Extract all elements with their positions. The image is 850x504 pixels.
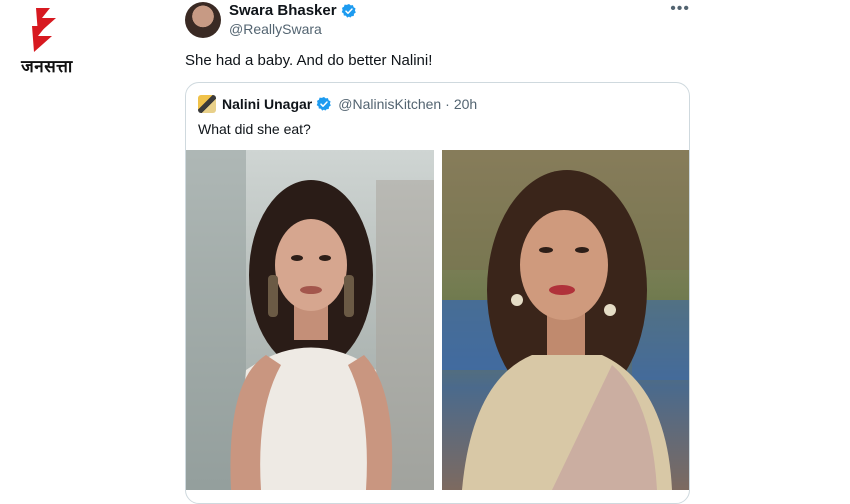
quoted-timestamp[interactable]: 20h (454, 96, 477, 112)
more-dots-icon[interactable]: ••• (670, 1, 690, 17)
publisher-logo: जनसत्ता (8, 4, 86, 77)
quoted-avatar[interactable] (198, 95, 216, 113)
verified-badge-icon (316, 97, 332, 111)
photo-left[interactable] (186, 150, 434, 490)
author-name[interactable]: Swara Bhasker (229, 2, 337, 19)
quoted-tweet[interactable]: Nalini Unagar @NalinisKitchen · 20h What… (185, 82, 690, 504)
quoted-author-name[interactable]: Nalini Unagar (222, 96, 312, 112)
verified-badge-icon (341, 3, 356, 18)
author-handle[interactable]: @ReallySwara (229, 21, 322, 37)
dot-separator: · (445, 96, 450, 112)
photo-grid (186, 150, 689, 490)
quoted-author-handle[interactable]: @NalinisKitchen (338, 96, 441, 112)
tweet: Swara Bhasker @ReallySwara ••• She had a… (185, 0, 690, 504)
avatar[interactable] (185, 2, 221, 38)
photo-right[interactable] (442, 150, 689, 490)
author-row: Swara Bhasker (229, 2, 357, 19)
quoted-tweet-text: What did she eat? (198, 121, 311, 137)
quoted-author-row: Nalini Unagar @NalinisKitchen · 20h (198, 95, 477, 113)
tweet-text: She had a baby. And do better Nalini! (185, 52, 433, 69)
logo-mark-icon (32, 8, 56, 52)
logo-text: जनसत्ता (21, 57, 73, 77)
